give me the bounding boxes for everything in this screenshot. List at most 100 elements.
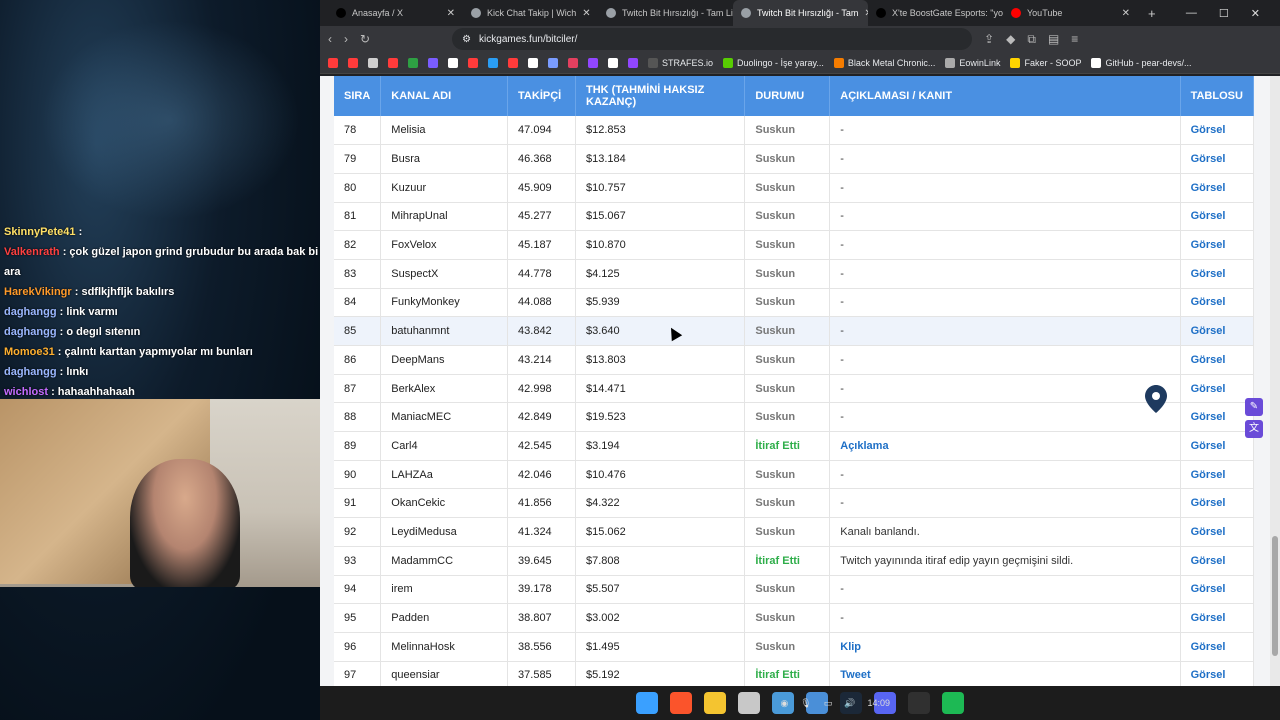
cell-image-link[interactable]: Görsel <box>1180 575 1255 605</box>
obs-icon[interactable] <box>908 692 930 714</box>
spotify-icon[interactable] <box>942 692 964 714</box>
table-header-row: SIRA KANAL ADI TAKİPÇİ THK (TAHMİNİ HAKSIZ … <box>334 76 1255 116</box>
bookmark-item[interactable]: EowinLink <box>945 57 1000 68</box>
bookmark-favicon-icon <box>548 57 558 68</box>
display-icon[interactable]: ▭ <box>824 698 833 709</box>
minimize-icon[interactable]: — <box>1186 7 1197 20</box>
table-row: 93 MadammCC 39.645 $7.808 İtiraf Etti Twitch … <box>334 546 1255 576</box>
bookmark-item[interactable]: Faker - SOOP <box>1010 57 1081 68</box>
clock[interactable]: 14:09 <box>867 698 890 708</box>
tab-close-icon[interactable]: ✕ <box>1122 8 1130 19</box>
bookmark-item[interactable] <box>368 57 378 68</box>
back-icon[interactable]: ‹ <box>328 32 332 46</box>
reload-icon[interactable]: ↻ <box>360 32 370 46</box>
bookmark-item[interactable] <box>388 57 398 68</box>
address-bar[interactable]: ⚙ kickgames.fun/bitciler/ <box>452 28 973 50</box>
scrollbar-thumb[interactable] <box>1272 536 1278 656</box>
location-pin-icon <box>1145 385 1167 413</box>
volume-icon[interactable]: 🔊 <box>844 698 855 709</box>
bookmark-item[interactable] <box>608 57 618 68</box>
maximize-icon[interactable]: ☐ <box>1219 7 1229 20</box>
browser-tab[interactable]: X'te BoostGate Esports: "yok✕ <box>868 0 1003 26</box>
bookmark-item[interactable]: Black Metal Chronic... <box>833 57 935 68</box>
mic-icon[interactable]: 🎙 <box>800 698 811 709</box>
extensions-icon[interactable]: ⧉ <box>1027 32 1036 47</box>
menu-icon[interactable]: ≡ <box>1071 32 1078 46</box>
windows-start-icon[interactable] <box>636 692 658 714</box>
cell-channel: LeydiMedusa <box>380 517 509 547</box>
cell-image-link[interactable]: Görsel <box>1180 316 1255 346</box>
cell-image-link[interactable]: Görsel <box>1180 374 1255 404</box>
chat-separator: : <box>54 346 65 358</box>
cell-image-link[interactable]: Görsel <box>1180 632 1255 662</box>
chat-text: çalıntı karttan yapmıyolar mı bunları <box>64 346 253 358</box>
scrollbar[interactable] <box>1270 76 1280 686</box>
browser-tab[interactable]: Kick Chat Takip | Wich ✕ <box>463 0 598 26</box>
extension-icon[interactable]: ✎ <box>1245 398 1263 416</box>
forward-icon[interactable]: › <box>344 32 348 46</box>
bookmark-item[interactable] <box>528 57 538 68</box>
share-icon[interactable]: ⇪ <box>984 32 994 46</box>
cell-description[interactable]: Tweet <box>829 661 1181 686</box>
bookmark-item[interactable] <box>588 57 598 68</box>
wifi-icon[interactable]: ◉ <box>780 698 788 709</box>
bookmark-item[interactable] <box>348 57 358 68</box>
brave-icon[interactable] <box>670 692 692 714</box>
cell-image-link[interactable]: Görsel <box>1180 345 1255 375</box>
bookmark-item[interactable] <box>408 57 418 68</box>
browser-tab[interactable]: YouTube ✕ <box>1003 0 1138 26</box>
bookmark-item[interactable] <box>448 57 458 68</box>
cell-followers: 42.849 <box>507 402 576 433</box>
close-window-icon[interactable]: ✕ <box>1251 7 1260 20</box>
cell-description[interactable]: Klip <box>829 632 1181 662</box>
bookmark-item[interactable]: GitHub - pear-devs/... <box>1091 57 1192 68</box>
cell-image-link[interactable]: Görsel <box>1180 402 1255 433</box>
bookmark-item[interactable] <box>628 57 638 68</box>
cell-image-link[interactable]: Görsel <box>1180 144 1255 174</box>
cell-status: Suskun <box>744 460 831 490</box>
bookmark-item[interactable]: STRAFES.io <box>648 57 713 68</box>
cell-followers: 38.556 <box>507 632 576 662</box>
tab-close-icon[interactable]: ✕ <box>447 8 455 19</box>
bookmark-item[interactable] <box>508 57 518 68</box>
file-explorer-icon[interactable] <box>704 692 726 714</box>
bookmark-item[interactable] <box>468 57 478 68</box>
cell-image-link[interactable]: Görsel <box>1180 288 1255 318</box>
chat-message: daghangg : o degıl sıtenın <box>0 322 320 342</box>
cell-image-link[interactable]: Görsel <box>1180 460 1255 490</box>
cell-image-link[interactable]: Görsel <box>1180 259 1255 289</box>
cell-followers: 42.545 <box>507 431 576 461</box>
bookmark-item[interactable] <box>488 57 498 68</box>
bookmark-item[interactable]: Duolingo - İşe yaray... <box>723 57 824 68</box>
browser-tab[interactable]: Twitch Bit Hırsızlığı - Tam✕ <box>733 0 868 26</box>
cell-image-link[interactable]: Görsel <box>1180 488 1255 519</box>
cell-description[interactable]: Açıklama <box>829 431 1181 461</box>
chat-text: lınkı <box>66 366 89 378</box>
cell-image-link[interactable]: Görsel <box>1180 517 1255 547</box>
cell-image-link[interactable]: Görsel <box>1180 116 1255 146</box>
tool-icon[interactable] <box>738 692 760 714</box>
cell-earnings: $1.495 <box>575 632 746 662</box>
cell-image-link[interactable]: Görsel <box>1180 202 1255 232</box>
bookmark-item[interactable] <box>428 57 438 68</box>
sidebar-icon[interactable]: ▤ <box>1048 32 1059 46</box>
cell-description: - <box>829 460 1181 490</box>
cell-image-link[interactable]: Görsel <box>1180 661 1255 686</box>
cell-image-link[interactable]: Görsel <box>1180 173 1255 203</box>
bookmark-item[interactable] <box>568 57 578 68</box>
browser-tab[interactable]: Twitch Bit Hırsızlığı - Tam List✕ <box>598 0 733 26</box>
site-info-icon[interactable]: ⚙ <box>462 34 471 45</box>
cell-status: Suskun <box>744 316 831 346</box>
browser-tab[interactable]: Anasayfa / X ✕ <box>328 0 463 26</box>
tab-close-icon[interactable]: ✕ <box>582 8 590 19</box>
new-tab-icon[interactable]: + <box>1138 6 1166 21</box>
bookmark-item[interactable] <box>328 57 338 68</box>
cell-image-link[interactable]: Görsel <box>1180 546 1255 576</box>
brave-shield-icon[interactable]: ◆ <box>1006 32 1015 46</box>
translate-icon[interactable]: 文 <box>1245 420 1263 438</box>
cell-channel: Padden <box>380 603 509 633</box>
cell-image-link[interactable]: Görsel <box>1180 431 1255 461</box>
cell-image-link[interactable]: Görsel <box>1180 603 1255 633</box>
bookmark-item[interactable] <box>548 57 558 68</box>
cell-image-link[interactable]: Görsel <box>1180 230 1255 260</box>
